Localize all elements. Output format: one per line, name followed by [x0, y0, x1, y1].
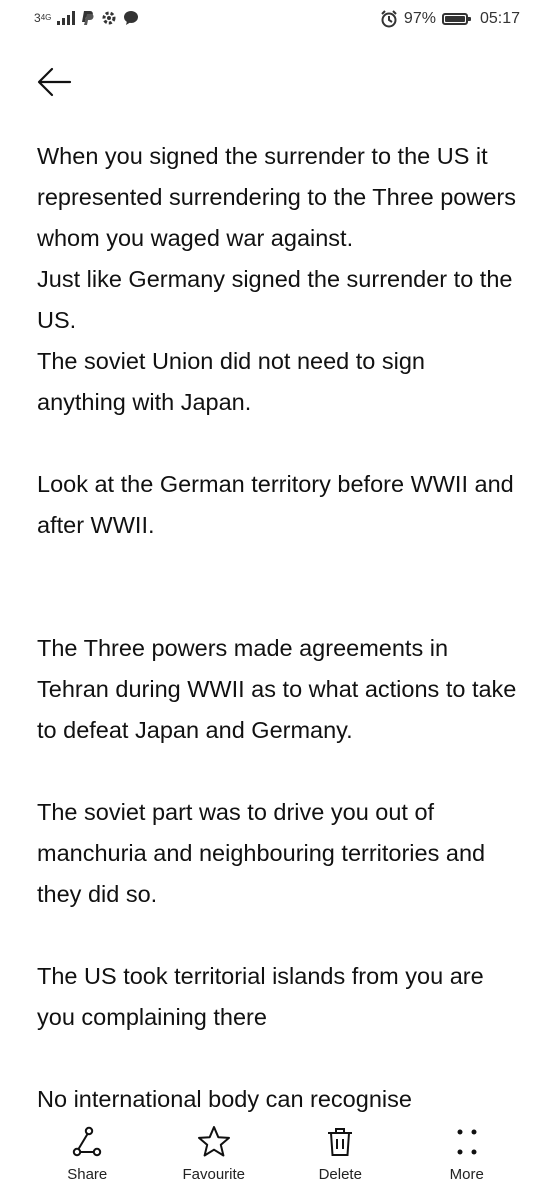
- battery-icon: [441, 13, 471, 25]
- network-indicator: 3 4G: [34, 12, 51, 24]
- bottom-toolbar: Share Favourite Delete More: [0, 1112, 554, 1200]
- share-button[interactable]: Share: [32, 1112, 142, 1183]
- status-right: 97% 05:17: [380, 10, 520, 28]
- more-label: More: [449, 1166, 484, 1183]
- share-icon: [73, 1126, 102, 1157]
- more-dots-icon: [457, 1129, 477, 1155]
- status-bar: 3 4G 97% 05:17: [0, 0, 554, 40]
- more-button[interactable]: More: [412, 1112, 522, 1183]
- network-type: 4G: [40, 13, 52, 22]
- note-paragraph: The US took territorial islands from you…: [37, 963, 484, 1030]
- status-left: 3 4G: [34, 10, 139, 26]
- note-paragraph: The Three powers made agreements in Tehr…: [37, 635, 517, 743]
- battery-percent: 97%: [403, 10, 436, 27]
- paypal-icon: [82, 11, 94, 25]
- star-icon: [197, 1126, 230, 1157]
- network-label: 3: [34, 11, 41, 25]
- note-body[interactable]: When you signed the surrender to the US …: [37, 136, 517, 1120]
- favourite-label: Favourite: [182, 1166, 246, 1183]
- back-arrow-icon: [37, 67, 72, 97]
- favourite-button[interactable]: Favourite: [159, 1112, 269, 1183]
- settings-icon: [102, 11, 116, 25]
- trash-icon: [328, 1128, 353, 1156]
- note-paragraph: Look at the German territory before WWII…: [37, 471, 514, 538]
- delete-label: Delete: [318, 1166, 362, 1183]
- delete-button[interactable]: Delete: [285, 1112, 395, 1183]
- share-label: Share: [67, 1166, 108, 1183]
- note-paragraph: When you signed the surrender to the US …: [37, 143, 516, 415]
- alarm-icon: [381, 10, 397, 28]
- signal-icon: [57, 11, 76, 25]
- clock: 05:17: [479, 10, 520, 27]
- chat-icon: [124, 11, 139, 25]
- note-paragraph: The soviet part was to drive you out of …: [37, 799, 486, 907]
- back-button[interactable]: [32, 60, 76, 104]
